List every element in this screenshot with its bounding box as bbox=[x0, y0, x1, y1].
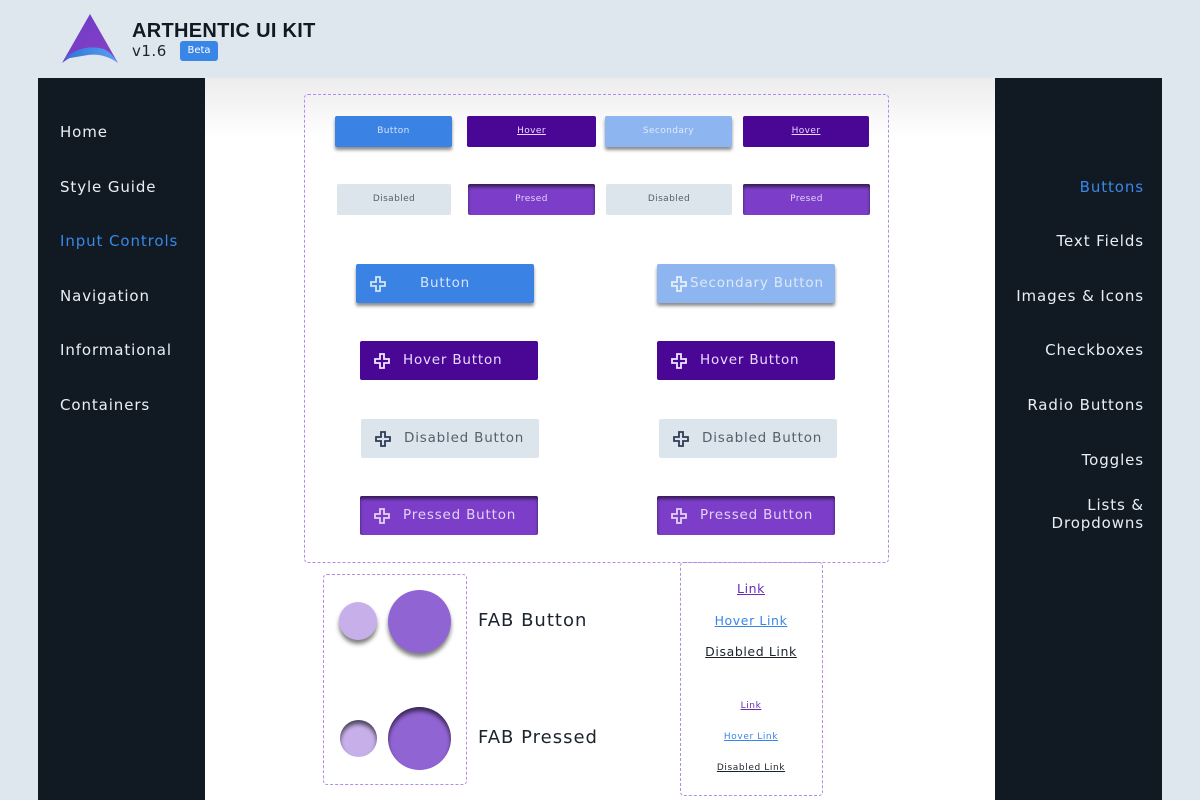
large-button[interactable]: Button bbox=[356, 264, 534, 303]
fab-small-button[interactable] bbox=[339, 602, 377, 640]
subnav-item-radio-buttons[interactable]: Radio Buttons bbox=[1027, 396, 1144, 414]
nav-item-containers[interactable]: Containers bbox=[60, 396, 150, 414]
large-disabled-button[interactable]: Disabled Button bbox=[361, 419, 539, 458]
plus-cross-icon bbox=[374, 353, 390, 369]
subnav-item-lists-dropdowns[interactable]: Lists & Dropdowns bbox=[1052, 496, 1144, 532]
small-pressed-button[interactable]: Presed bbox=[468, 184, 595, 215]
fab-button-label: FAB Button bbox=[478, 610, 588, 631]
large-disabled-button-label: Disabled Button bbox=[404, 430, 525, 446]
subnav-item-lists-line2: Dropdowns bbox=[1051, 514, 1144, 532]
large-secondary-button-label: Secondary Button bbox=[690, 275, 824, 291]
large-secondary-disabled-button-label: Disabled Button bbox=[702, 430, 823, 446]
beta-badge: Beta bbox=[180, 41, 218, 61]
large-secondary-hover-button-label: Hover Button bbox=[700, 352, 800, 368]
nav-item-home[interactable]: Home bbox=[60, 123, 108, 141]
plus-cross-icon bbox=[375, 431, 391, 447]
small-link[interactable]: Link bbox=[680, 701, 822, 711]
small-button[interactable]: Button bbox=[335, 116, 452, 147]
plus-cross-icon bbox=[671, 353, 687, 369]
fab-large-pressed[interactable] bbox=[388, 707, 451, 770]
subnav-item-toggles[interactable]: Toggles bbox=[1082, 451, 1144, 469]
arthentic-logo-icon bbox=[62, 14, 118, 63]
nav-item-navigation[interactable]: Navigation bbox=[60, 287, 150, 305]
nav-item-informational[interactable]: Informational bbox=[60, 341, 172, 359]
small-secondary-button[interactable]: Secondary bbox=[605, 116, 732, 147]
version-label: v1.6 bbox=[132, 42, 167, 60]
large-pressed-button[interactable]: Pressed Button bbox=[360, 496, 538, 535]
plus-cross-icon bbox=[374, 508, 390, 524]
large-hover-button-label: Hover Button bbox=[403, 352, 503, 368]
large-secondary-pressed-button[interactable]: Pressed Button bbox=[657, 496, 835, 535]
small-secondary-hover-button[interactable]: Hover bbox=[743, 116, 869, 147]
small-disabled-button[interactable]: Disabled bbox=[337, 184, 451, 215]
fab-small-pressed[interactable] bbox=[340, 720, 377, 757]
small-hover-button[interactable]: Hover bbox=[467, 116, 596, 147]
hover-link[interactable]: Hover Link bbox=[680, 613, 822, 628]
subnav-item-images-icons[interactable]: Images & Icons bbox=[1016, 287, 1144, 305]
subnav-item-checkboxes[interactable]: Checkboxes bbox=[1045, 341, 1144, 359]
large-pressed-button-label: Pressed Button bbox=[403, 507, 517, 523]
plus-cross-icon bbox=[673, 431, 689, 447]
large-secondary-button[interactable]: Secondary Button bbox=[657, 264, 835, 303]
subnav-item-lists-line1: Lists & bbox=[1087, 496, 1144, 514]
disabled-link[interactable]: Disabled Link bbox=[680, 644, 822, 659]
main-canvas: Button Hover Secondary Hover Disabled Pr… bbox=[205, 78, 995, 800]
small-disabled-link[interactable]: Disabled Link bbox=[680, 763, 822, 773]
links-showcase-frame bbox=[680, 562, 823, 796]
fab-pressed-label: FAB Pressed bbox=[478, 727, 598, 748]
buttons-showcase-frame bbox=[304, 94, 889, 563]
plus-cross-icon bbox=[671, 276, 687, 292]
brand-title: ARTHENTIC UI KIT bbox=[132, 20, 316, 42]
right-sidebar: Buttons Text Fields Images & Icons Check… bbox=[995, 78, 1162, 800]
large-button-label: Button bbox=[419, 275, 471, 291]
left-sidebar: Home Style Guide Input Controls Navigati… bbox=[38, 78, 205, 800]
large-secondary-disabled-button[interactable]: Disabled Button bbox=[659, 419, 837, 458]
large-secondary-hover-button[interactable]: Hover Button bbox=[657, 341, 835, 380]
small-hover-link[interactable]: Hover Link bbox=[680, 732, 822, 742]
plus-cross-icon bbox=[671, 508, 687, 524]
subnav-item-buttons[interactable]: Buttons bbox=[1080, 178, 1144, 196]
nav-item-input-controls[interactable]: Input Controls bbox=[60, 232, 178, 250]
nav-item-style-guide[interactable]: Style Guide bbox=[60, 178, 156, 196]
large-secondary-pressed-button-label: Pressed Button bbox=[700, 507, 814, 523]
link[interactable]: Link bbox=[680, 581, 822, 596]
large-hover-button[interactable]: Hover Button bbox=[360, 341, 538, 380]
small-secondary-disabled-button[interactable]: Disabled bbox=[606, 184, 732, 215]
fab-large-button[interactable] bbox=[388, 590, 451, 653]
subnav-item-text-fields[interactable]: Text Fields bbox=[1057, 232, 1144, 250]
small-secondary-pressed-button[interactable]: Presed bbox=[743, 184, 870, 215]
